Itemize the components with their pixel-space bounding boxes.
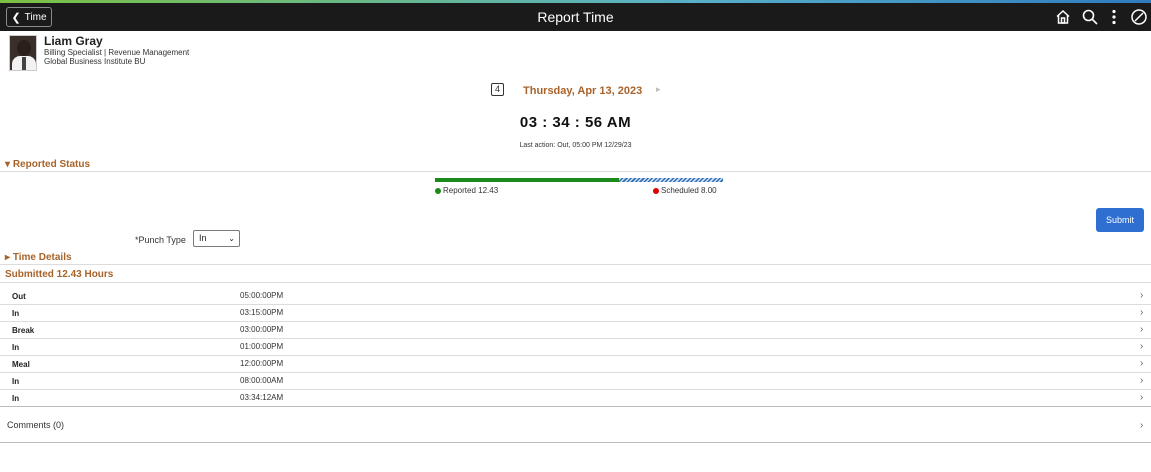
employee-business-unit: Global Business Institute BU — [44, 57, 146, 66]
chevron-right-icon: › — [1140, 375, 1144, 386]
caret-down-icon: ▾ — [5, 159, 11, 170]
punch-type-value: In — [199, 233, 207, 243]
comments-label: Comments (0) — [7, 420, 65, 430]
punch-type: In — [12, 377, 20, 386]
chevron-right-icon: › — [1140, 358, 1144, 369]
reported-status-title: Reported Status — [12, 159, 91, 170]
punch-type-label: *Punch Type — [135, 235, 186, 245]
search-icon[interactable] — [1080, 7, 1100, 27]
table-row[interactable]: Break 03:00:00PM › — [0, 322, 1151, 339]
divider — [0, 282, 1151, 283]
reported-status-bar — [435, 178, 723, 182]
punch-type: Out — [12, 292, 26, 301]
reported-label: Reported 12.43 — [443, 186, 499, 195]
back-button-label: Time — [24, 11, 47, 23]
compass-icon[interactable] — [1129, 7, 1149, 27]
submitted-hours-title: Submitted 12.43 Hours — [5, 269, 114, 280]
more-vertical-icon[interactable] — [1104, 7, 1124, 27]
punch-time: 08:00:00AM — [240, 376, 284, 385]
chevron-right-icon: › — [1140, 341, 1144, 352]
table-row[interactable]: In 03:34:12AM › — [0, 390, 1151, 407]
chevron-right-icon: › — [1140, 392, 1144, 403]
divider — [0, 171, 1151, 172]
punch-type: Break — [12, 326, 35, 335]
chevron-left-icon: ❮ — [11, 11, 21, 24]
reported-bar-fill — [435, 178, 620, 182]
chevron-down-icon: ⌄ — [228, 234, 235, 243]
punch-time: 05:00:00PM — [240, 291, 284, 300]
table-row[interactable]: Meal 12:00:00PM › — [0, 356, 1151, 373]
reported-status-toggle[interactable]: ▾ Reported Status — [5, 159, 90, 170]
punch-time: 03:15:00PM — [240, 308, 284, 317]
punch-time: 01:00:00PM — [240, 342, 284, 351]
app-header: Report Time ❮ Time — [0, 3, 1151, 31]
clock-display: 03 : 34 : 56 AM — [519, 114, 632, 131]
punch-type-select[interactable]: In ⌄ — [193, 230, 240, 247]
submit-button[interactable]: Submit — [1096, 208, 1144, 232]
chevron-right-icon: › — [1140, 307, 1144, 318]
comments-row[interactable]: Comments (0) › — [0, 411, 1151, 443]
punch-time: 03:00:00PM — [240, 325, 284, 334]
divider — [0, 264, 1151, 265]
punch-time: 03:34:12AM — [240, 393, 284, 402]
previous-date-button[interactable]: 4 — [491, 83, 504, 96]
table-row[interactable]: Out 05:00:00PM › — [0, 288, 1151, 305]
next-date-button[interactable]: ▸ — [656, 84, 661, 95]
table-row[interactable]: In 08:00:00AM › — [0, 373, 1151, 390]
scheduled-label: Scheduled 8.00 — [661, 186, 717, 195]
current-date: Thursday, Apr 13, 2023 — [523, 85, 643, 97]
last-action-text: Last action: Out, 05:00 PM 12/29/23 — [519, 142, 632, 149]
time-details-title: Time Details — [12, 252, 72, 263]
time-details-toggle[interactable]: ▸ Time Details — [5, 252, 72, 263]
table-row[interactable]: In 03:15:00PM › — [0, 305, 1151, 322]
chevron-right-icon: › — [1140, 324, 1144, 335]
avatar — [9, 35, 37, 71]
table-row[interactable]: In 01:00:00PM › — [0, 339, 1151, 356]
punch-type: In — [12, 394, 20, 403]
red-dot-icon — [653, 187, 659, 194]
employee-name: Liam Gray — [44, 34, 103, 48]
chevron-right-icon: › — [1140, 290, 1144, 301]
punch-type: In — [12, 309, 20, 318]
scheduled-legend: Scheduled 8.00 — [653, 186, 717, 195]
reported-legend: Reported 12.43 — [435, 186, 498, 195]
home-icon[interactable] — [1053, 7, 1073, 27]
punch-type: Meal — [12, 360, 30, 369]
chevron-right-icon: › — [1140, 420, 1144, 431]
caret-right-icon: ▸ — [5, 252, 11, 263]
page-title: Report Time — [537, 9, 614, 25]
green-dot-icon — [435, 187, 441, 194]
back-button[interactable]: ❮ Time — [6, 7, 52, 27]
punch-type: In — [12, 343, 20, 352]
employee-role: Billing Specialist | Revenue Management — [44, 48, 190, 57]
punch-time: 12:00:00PM — [240, 359, 284, 368]
